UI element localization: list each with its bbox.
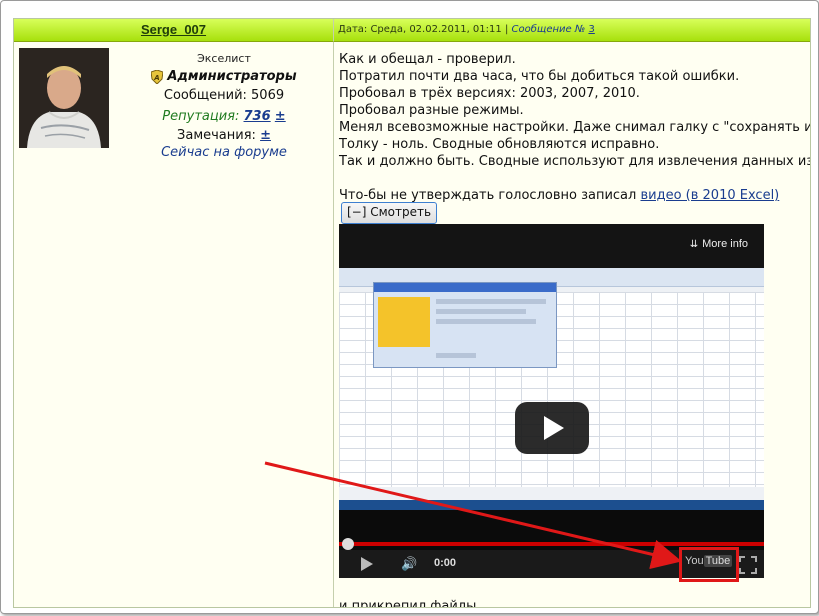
user-reputation: Репутация: 736 ± [134, 109, 314, 124]
video-progress-bar[interactable] [339, 542, 764, 546]
fullscreen-icon[interactable] [739, 556, 757, 574]
message-label: Сообщение № [511, 24, 586, 35]
user-rank: Экселист [197, 52, 251, 65]
post-author-header: Serge_007 [14, 19, 334, 42]
username-link[interactable]: Serge_007 [141, 22, 206, 37]
post-body: Как и обещал - проверил. Потратил почти … [334, 42, 810, 607]
shield-icon: A [150, 68, 164, 85]
post-line: Потратил почти два часа, что бы добиться… [339, 69, 740, 84]
post-line: Так и должно быть. Сводные используют дл… [339, 154, 810, 169]
player-top-bar: ⇊ More info [339, 224, 764, 268]
windows-taskbar-thumbnail [339, 500, 764, 510]
meta-separator: | [504, 24, 509, 35]
warnings-label: Замечания: [177, 128, 256, 143]
online-status: Сейчас на форуме [161, 145, 287, 160]
video-frame[interactable] [339, 268, 764, 500]
excel-dialog-thumbnail [373, 282, 557, 368]
play-button-icon[interactable] [361, 557, 373, 571]
screenshot-frame: Serge_007 Дата: Среда, 02.02.2011, 01:11… [0, 0, 819, 614]
post-line: Пробовал разные режимы. [339, 103, 524, 118]
more-info-label: More info [702, 238, 748, 250]
forum-post: Serge_007 Дата: Среда, 02.02.2011, 01:11… [13, 18, 811, 608]
reputation-label: Репутация: [162, 109, 240, 124]
video-time: 0:00 [434, 557, 457, 569]
user-post-count: Сообщений: 5069 [163, 88, 285, 103]
volume-icon[interactable]: 🔊 [401, 557, 417, 572]
post-line: Менял всевозможные настройки. Даже снима… [339, 120, 810, 135]
more-info-button[interactable]: ⇊ More info [690, 238, 748, 250]
highlight-box [679, 547, 739, 582]
avatar[interactable] [19, 48, 109, 148]
progress-handle[interactable] [342, 538, 354, 550]
user-info-column: Экселист A Администраторы Сообщений: 506… [14, 42, 334, 607]
video-link[interactable]: видео (в 2010 Excel) [640, 188, 779, 203]
post-line: Пробовал в трёх версиях: 2003, 2007, 201… [339, 86, 640, 101]
user-warnings: Замечания: ± [134, 128, 314, 143]
video-intro-text: Что-бы не утверждать голословно записал [339, 188, 637, 203]
post-line: Толку - ноль. Сводные обновляются исправ… [339, 137, 660, 152]
reputation-change-link[interactable]: ± [275, 109, 286, 124]
reputation-value-link[interactable]: 736 [244, 109, 271, 124]
warnings-change-link[interactable]: ± [260, 128, 271, 143]
svg-text:A: A [154, 74, 160, 82]
post-meta-header: Дата: Среда, 02.02.2011, 01:11 | Сообщен… [334, 19, 810, 42]
message-number-link[interactable]: 3 [588, 24, 594, 35]
user-details: Экселист A Администраторы Сообщений: 506… [134, 52, 314, 160]
post-text: Как и обещал - проверил. Потратил почти … [339, 51, 810, 204]
user-group-label: Администраторы [167, 69, 297, 84]
post-line: Как и обещал - проверил. [339, 52, 516, 67]
play-icon[interactable] [515, 402, 589, 454]
youtube-player[interactable]: ⇊ More info 🔊 0:00 You Tube [339, 224, 764, 578]
attachment-text: и прикрепил файлы . [339, 599, 485, 607]
toggle-video-button[interactable]: [−] Смотреть [341, 202, 437, 224]
user-group: A Администраторы [134, 68, 314, 85]
chevron-down-icon: ⇊ [689, 239, 699, 250]
post-date: Дата: Среда, 02.02.2011, 01:11 [338, 24, 502, 35]
